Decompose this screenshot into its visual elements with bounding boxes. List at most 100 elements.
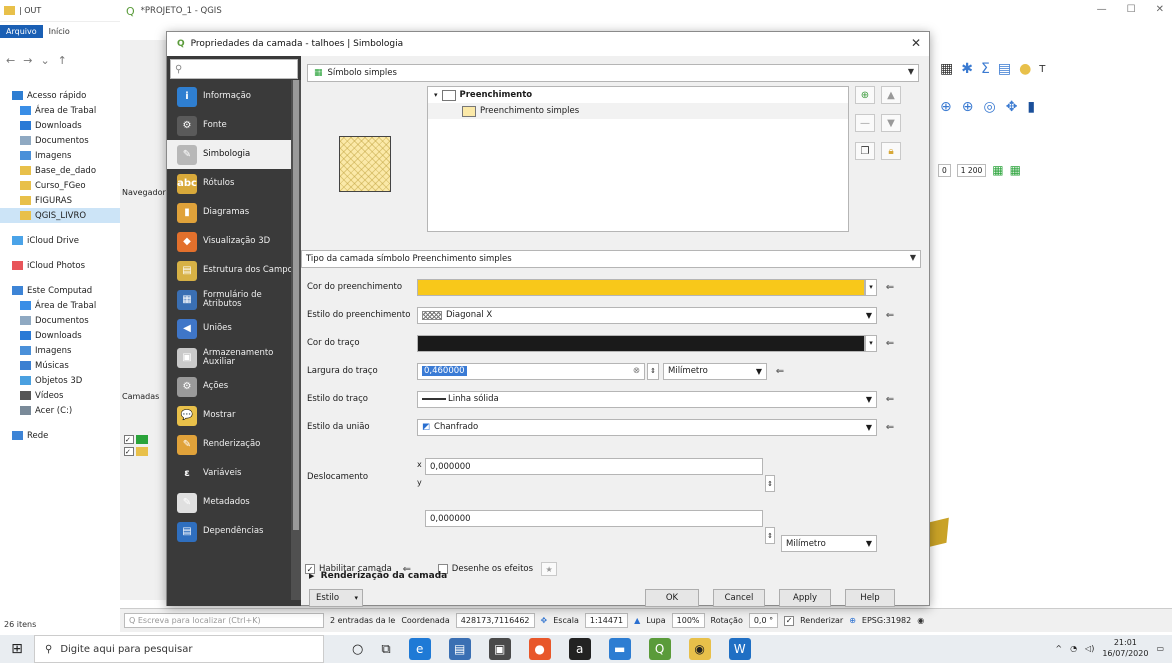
data-defined-override-icon[interactable]: ⇐	[883, 280, 897, 294]
lock-icon[interactable]: ▲	[634, 616, 640, 625]
nav-scrollbar[interactable]	[291, 80, 301, 600]
join-style-combo[interactable]: ◩ Chanfrado ▼	[417, 418, 877, 436]
sidebar-item[interactable]: Documentos	[0, 313, 120, 328]
forward-arrow-icon[interactable]: →	[23, 54, 32, 67]
pan-icon[interactable]: ✥	[1006, 99, 1018, 115]
sidebar-item[interactable]: Objetos 3D	[0, 373, 120, 388]
windows-start-icon[interactable]: ⊞	[0, 635, 34, 663]
back-arrow-icon[interactable]: ←	[6, 54, 15, 67]
sidebar-item[interactable]: iCloud Drive	[0, 233, 120, 248]
cancel-button[interactable]: Cancel	[713, 589, 765, 607]
edge-icon[interactable]: e	[408, 638, 431, 660]
tray-up-icon[interactable]: ^	[1055, 644, 1062, 653]
zoom-layer-icon[interactable]: ⊕	[940, 99, 952, 115]
file-explorer-icon[interactable]: ▬	[608, 638, 631, 660]
sum-icon[interactable]: Σ	[981, 61, 990, 77]
lock-color-icon[interactable]: 🔒︎	[881, 142, 901, 160]
symbol-layer-tree[interactable]: ▾ Preenchimento Preenchimento simples	[427, 86, 849, 232]
stroke-width-unit-combo[interactable]: Milímetro ▼	[663, 362, 767, 380]
attribute-icon[interactable]: ▤	[998, 61, 1011, 77]
apply-button[interactable]: Apply	[779, 589, 831, 607]
qgis-taskbar-icon[interactable]: Q	[648, 638, 671, 660]
magnifier-field[interactable]: 100%	[671, 613, 705, 628]
add-layer-icon[interactable]: ⊕	[855, 86, 875, 104]
nav-item[interactable]: ▦ Formulário de Atributos	[167, 285, 301, 314]
zoom-selection-icon[interactable]: ⊕	[962, 99, 974, 115]
color-menu-dropdown[interactable]: ▾	[865, 334, 877, 352]
sidebar-item[interactable]: Curso_FGeo	[0, 178, 120, 193]
data-defined-override-icon[interactable]: ⇐	[883, 392, 897, 406]
measure-icon[interactable]: ▮	[1027, 99, 1035, 115]
sidebar-item[interactable]: Imagens	[0, 343, 120, 358]
duplicate-layer-icon[interactable]: ❐	[855, 142, 875, 160]
offset-unit-combo[interactable]: Milímetro ▼	[781, 535, 877, 552]
offset-x-spinner[interactable]: ⇕	[765, 475, 775, 492]
sidebar-item[interactable]: Acer (C:)	[0, 403, 120, 418]
chrome-icon[interactable]: ◉	[688, 638, 711, 660]
text-icon[interactable]: T	[1039, 64, 1045, 75]
comment-icon[interactable]: ●	[1019, 61, 1031, 77]
nav-item[interactable]: ε Variáveis	[167, 459, 301, 488]
coordinate-field[interactable]: 428173,7116462	[455, 613, 535, 628]
cortana-icon[interactable]: ○	[352, 642, 363, 657]
locator-search-input[interactable]: Q Escreva para localizar (Ctrl+K)	[124, 613, 324, 628]
data-defined-override-icon[interactable]: ⇐	[883, 420, 897, 434]
close-icon[interactable]: ✕	[911, 36, 921, 50]
move-down-icon[interactable]: ▼	[881, 114, 901, 132]
nav-item[interactable]: 💬 Mostrar	[167, 401, 301, 430]
close-icon[interactable]: ✕	[1156, 4, 1164, 15]
nav-item[interactable]: ▣ Armazenamento Auxiliar	[167, 343, 301, 372]
sidebar-item[interactable]: QGIS_LIVRO	[0, 208, 120, 223]
style-menu-button[interactable]: Estilo ▾	[309, 589, 363, 607]
store-icon[interactable]: ▣	[488, 638, 511, 660]
scale-spin-box[interactable]: 1 200	[956, 163, 987, 177]
messages-icon[interactable]: ◉	[917, 616, 924, 625]
sidebar-item[interactable]: Este Computad	[0, 283, 120, 298]
move-up-icon[interactable]: ▲	[881, 86, 901, 104]
sidebar-item[interactable]: Downloads	[0, 328, 120, 343]
offset-y-input[interactable]: 0,000000	[425, 510, 763, 527]
data-defined-override-icon[interactable]: ⇐	[883, 336, 897, 350]
effects-settings-icon[interactable]: ★	[541, 562, 558, 576]
network-icon[interactable]: ◔	[1070, 644, 1077, 653]
layer-checkbox[interactable]: ✓	[124, 447, 134, 456]
data-defined-override-icon[interactable]: ⇐	[773, 364, 787, 378]
sidebar-item[interactable]: FIGURAS	[0, 193, 120, 208]
sidebar-item[interactable]: Vídeos	[0, 388, 120, 403]
ok-button[interactable]: OK	[645, 589, 699, 607]
draw-effects-checkbox[interactable]: Desenhe os efeitos	[437, 564, 533, 574]
spin-box[interactable]: 0	[938, 163, 951, 177]
stroke-style-combo[interactable]: Linha sólida ▼	[417, 390, 877, 408]
volume-icon[interactable]: ◁)	[1085, 644, 1094, 653]
sidebar-item[interactable]: Área de Trabal	[0, 103, 120, 118]
sidebar-item[interactable]: Downloads	[0, 118, 120, 133]
offset-x-input[interactable]: 0,000000	[425, 458, 763, 475]
sidebar-item[interactable]: Base_de_dado	[0, 163, 120, 178]
nav-item[interactable]: ▮ Diagramas	[167, 198, 301, 227]
sidebar-item[interactable]: iCloud Photos	[0, 258, 120, 273]
firefox-icon[interactable]: ●	[528, 638, 551, 660]
digitize-icon[interactable]: ▦	[1010, 163, 1021, 177]
remove-layer-icon[interactable]: —	[855, 114, 875, 132]
nav-search-input[interactable]: ⚲	[170, 59, 298, 79]
home-tab[interactable]: Início	[43, 25, 76, 38]
rotation-field[interactable]: 0,0 °	[748, 613, 779, 628]
table-icon[interactable]: ▦	[940, 61, 953, 77]
clock[interactable]: 21:01 16/07/2020	[1102, 637, 1148, 659]
settings-icon[interactable]: ✱	[961, 61, 973, 77]
sidebar-item[interactable]: Imagens	[0, 148, 120, 163]
sidebar-item[interactable]: Área de Trabal	[0, 298, 120, 313]
crs-button[interactable]: EPSG:31982	[862, 616, 911, 625]
render-checkbox[interactable]: ✓	[784, 615, 795, 626]
data-defined-override-icon[interactable]: ⇐	[883, 308, 897, 322]
nav-item[interactable]: ✎ Metadados	[167, 488, 301, 517]
nav-item[interactable]: i Informação	[167, 82, 301, 111]
stroke-color-button[interactable]	[417, 334, 865, 352]
layer-checkbox[interactable]: ✓	[124, 435, 134, 444]
nav-item[interactable]: ◆ Visualização 3D	[167, 227, 301, 256]
dropdown-icon[interactable]: ⌄	[40, 54, 49, 67]
nav-item[interactable]: ◀ Uniões	[167, 314, 301, 343]
help-button[interactable]: Help	[845, 589, 895, 607]
layer-rendering-section[interactable]: ▶ Renderização da camada	[309, 571, 447, 581]
layer-style-icon[interactable]: ▦	[992, 163, 1003, 177]
